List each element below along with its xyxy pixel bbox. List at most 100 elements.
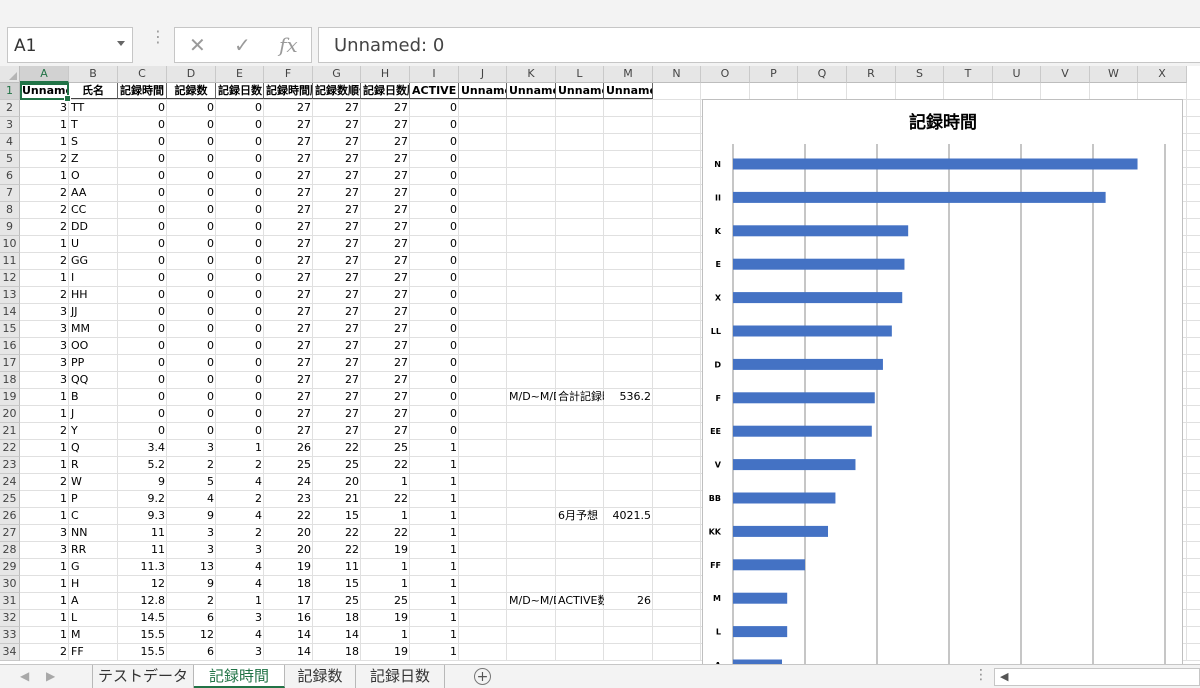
cell-g6[interactable]: 27 [313,168,361,184]
scroll-tabs-right-icon[interactable]: ▶ [46,669,55,683]
cell-c13[interactable]: 0 [118,287,167,303]
cell-a7[interactable]: 2 [20,185,69,201]
row-header-27[interactable]: 27 [0,525,20,542]
cell-c11[interactable]: 0 [118,253,167,269]
cell-e29[interactable]: 4 [216,559,264,575]
cell-e27[interactable]: 2 [216,525,264,541]
cell-i5[interactable]: 0 [410,151,459,167]
bar-ff[interactable] [733,559,805,571]
cell-g7[interactable]: 27 [313,185,361,201]
header-cell-d[interactable]: 記録数 [167,83,216,99]
row-header-23[interactable]: 23 [0,457,20,474]
cell-e25[interactable]: 2 [216,491,264,507]
row-header-30[interactable]: 30 [0,576,20,593]
cell-f31[interactable]: 17 [264,593,313,609]
cell-i16[interactable]: 0 [410,338,459,354]
bar-n[interactable] [733,158,1138,170]
cell-a27[interactable]: 3 [20,525,69,541]
cell-c31[interactable]: 12.8 [118,593,167,609]
cell-h4[interactable]: 27 [361,134,410,150]
column-header-d[interactable]: D [167,66,216,83]
horizontal-scrollbar[interactable]: ◀ [994,668,1200,686]
column-header-j[interactable]: J [459,66,507,83]
cell-b17[interactable]: PP [69,355,118,371]
cell-a16[interactable]: 3 [20,338,69,354]
cell-f4[interactable]: 27 [264,134,313,150]
cell-e17[interactable]: 0 [216,355,264,371]
column-header-f[interactable]: F [264,66,313,83]
cell-b3[interactable]: T [69,117,118,133]
cell-h8[interactable]: 27 [361,202,410,218]
row-header-2[interactable]: 2 [0,100,20,117]
header-cell-f[interactable]: 記録時間順位 [264,83,313,99]
cell-d7[interactable]: 0 [167,185,216,201]
column-header-h[interactable]: H [361,66,410,83]
cell-c7[interactable]: 0 [118,185,167,201]
cell-d13[interactable]: 0 [167,287,216,303]
cell-c8[interactable]: 0 [118,202,167,218]
cell-d4[interactable]: 0 [167,134,216,150]
cell-a31[interactable]: 1 [20,593,69,609]
cell-c9[interactable]: 0 [118,219,167,235]
cell-a20[interactable]: 1 [20,406,69,422]
cell-b19[interactable]: B [69,389,118,405]
cell-f17[interactable]: 27 [264,355,313,371]
cell-d18[interactable]: 0 [167,372,216,388]
cell-h20[interactable]: 27 [361,406,410,422]
cell-i12[interactable]: 0 [410,270,459,286]
cell-b31[interactable]: A [69,593,118,609]
header-cell-c[interactable]: 記録時間 [118,83,167,99]
cell-b29[interactable]: G [69,559,118,575]
cell-f9[interactable]: 27 [264,219,313,235]
cell-c20[interactable]: 0 [118,406,167,422]
cell-c24[interactable]: 9 [118,474,167,490]
cell-i21[interactable]: 0 [410,423,459,439]
cell-b12[interactable]: I [69,270,118,286]
cell-a33[interactable]: 1 [20,627,69,643]
cell-e2[interactable]: 0 [216,100,264,116]
cell-f8[interactable]: 27 [264,202,313,218]
cell-a23[interactable]: 1 [20,457,69,473]
cell-d12[interactable]: 0 [167,270,216,286]
cell-a5[interactable]: 2 [20,151,69,167]
cell-f5[interactable]: 27 [264,151,313,167]
cell-i23[interactable]: 1 [410,457,459,473]
cell-a24[interactable]: 2 [20,474,69,490]
cell-c15[interactable]: 0 [118,321,167,337]
bar-x[interactable] [733,292,903,304]
cell-i31[interactable]: 1 [410,593,459,609]
cell-i8[interactable]: 0 [410,202,459,218]
cell-e10[interactable]: 0 [216,236,264,252]
cell-e6[interactable]: 0 [216,168,264,184]
cell-i24[interactable]: 1 [410,474,459,490]
cell-c26[interactable]: 9.3 [118,508,167,524]
cell-h9[interactable]: 27 [361,219,410,235]
cell-g12[interactable]: 27 [313,270,361,286]
cell-g20[interactable]: 27 [313,406,361,422]
cell-c14[interactable]: 0 [118,304,167,320]
cell-h29[interactable]: 1 [361,559,410,575]
cell-e8[interactable]: 0 [216,202,264,218]
cell-b9[interactable]: DD [69,219,118,235]
cell-e5[interactable]: 0 [216,151,264,167]
cell-l26[interactable]: 6月予想 [556,508,604,524]
cell-a2[interactable]: 3 [20,100,69,116]
cell-b24[interactable]: W [69,474,118,490]
row-header-20[interactable]: 20 [0,406,20,423]
cell-h34[interactable]: 19 [361,644,410,660]
cell-f23[interactable]: 25 [264,457,313,473]
row-header-25[interactable]: 25 [0,491,20,508]
select-all-corner[interactable] [0,66,20,83]
row-header-17[interactable]: 17 [0,355,20,372]
sheet-tab-4[interactable]: 記録日数 [356,665,445,688]
column-header-u[interactable]: U [993,66,1041,83]
cell-d10[interactable]: 0 [167,236,216,252]
row-header-8[interactable]: 8 [0,202,20,219]
cell-b25[interactable]: P [69,491,118,507]
cell-c32[interactable]: 14.5 [118,610,167,626]
cell-g25[interactable]: 21 [313,491,361,507]
cell-c17[interactable]: 0 [118,355,167,371]
cell-f33[interactable]: 14 [264,627,313,643]
row-header-14[interactable]: 14 [0,304,20,321]
cell-e19[interactable]: 0 [216,389,264,405]
